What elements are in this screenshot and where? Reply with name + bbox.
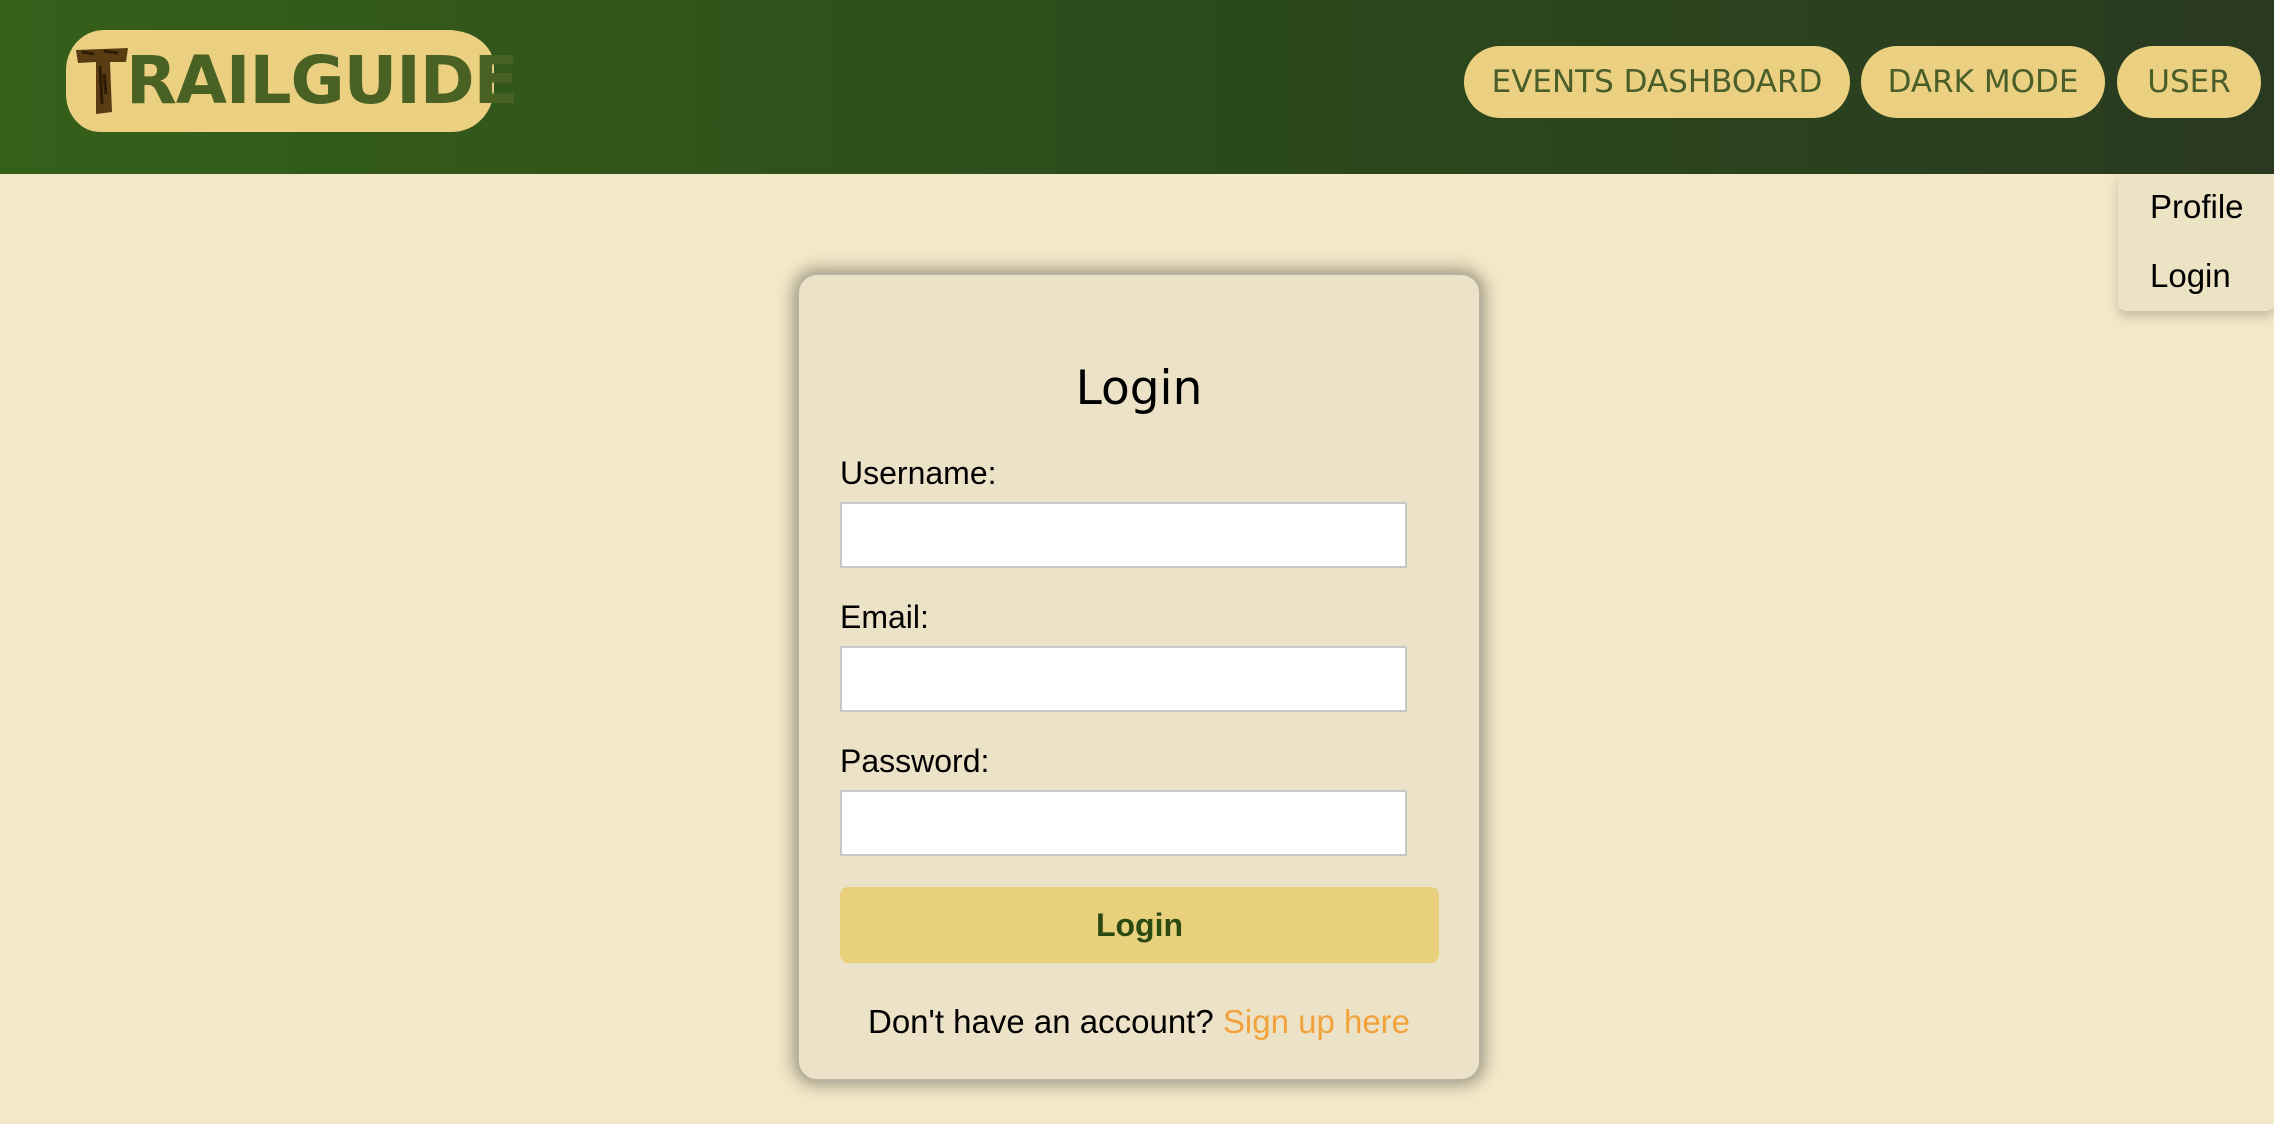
events-dashboard-button[interactable]: EVENTS DASHBOARD: [1464, 46, 1850, 118]
dropdown-item-profile[interactable]: Profile: [2150, 188, 2244, 226]
signup-prompt-text: Don't have an account?: [867, 1003, 1214, 1040]
dropdown-item-login[interactable]: Login: [2150, 257, 2231, 295]
username-input[interactable]: [840, 502, 1407, 568]
signup-prompt-line: Don't have an account? Sign up here: [799, 1003, 1479, 1041]
top-navigation-bar: RAILGUIDE EVENTS DASHBOARD DARK MODE USE…: [0, 0, 2274, 174]
username-label: Username:: [840, 455, 997, 491]
logo-wooden-t-icon: [76, 48, 128, 114]
login-card: Login Username: Email: Password: Login D…: [797, 273, 1481, 1081]
logo-text: RAILGUIDE: [126, 42, 519, 119]
signup-link[interactable]: Sign up here: [1223, 1003, 1410, 1040]
user-dropdown-menu: Profile Login: [2118, 174, 2274, 311]
email-label: Email:: [840, 599, 929, 635]
password-label: Password:: [840, 743, 990, 779]
login-title: Login: [1075, 361, 1203, 416]
password-input[interactable]: [840, 790, 1407, 856]
trailguide-logo[interactable]: RAILGUIDE: [66, 30, 519, 132]
dark-mode-button[interactable]: DARK MODE: [1861, 46, 2105, 118]
login-submit-button[interactable]: Login: [840, 887, 1439, 963]
user-menu-button[interactable]: USER: [2117, 46, 2261, 118]
email-input[interactable]: [840, 646, 1407, 712]
